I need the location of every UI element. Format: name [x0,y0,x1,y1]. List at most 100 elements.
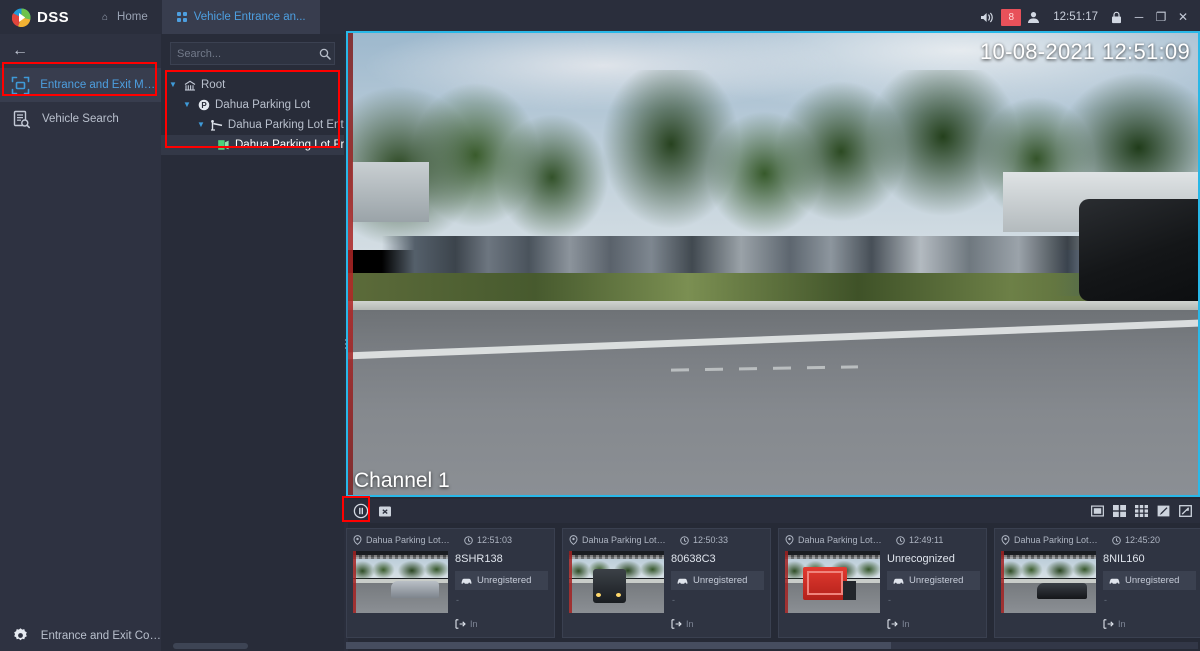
card-plate-number: 8NIL160 [1103,553,1196,565]
chevron-down-icon[interactable]: ▼ [183,101,192,109]
org-root-icon [183,79,196,92]
tree-node-dahua-parking-lot-front[interactable]: Dahua Parking Lot Front [161,135,344,155]
enter-icon [671,619,682,629]
pause-circle-icon[interactable] [352,502,370,520]
car-icon [893,577,904,585]
volume-button[interactable] [974,0,1000,34]
card-registration-label: Unregistered [909,575,963,586]
car-icon [461,577,472,585]
minimize-button[interactable]: ─ [1128,10,1150,24]
organization-tree: ▼ Root ▼ P Dahua [161,75,344,155]
brand-name: DSS [37,9,69,26]
card-channel-label: Dahua Parking Lot En... [1014,535,1100,545]
dss-logo-icon [12,8,31,27]
card-channel-label: Dahua Parking Lot En... [366,535,452,545]
search-input[interactable] [177,48,319,60]
close-button[interactable]: ✕ [1172,10,1194,24]
card-direction-label: In [902,619,910,629]
clock-icon [1112,536,1121,545]
back-button[interactable]: ← [0,34,161,68]
grid-9-icon[interactable] [1135,505,1148,517]
card-body: 8NIL160 Unregistered - In [995,551,1200,637]
grid-icon [176,11,188,23]
entrance-exit-monitoring-icon [10,74,30,96]
search-box[interactable] [170,42,335,65]
card-direction-label: In [686,619,694,629]
card-registration-label: Unregistered [693,575,747,586]
card-info: Unrecognized Unregistered - In [887,551,980,631]
card-dash: - [672,595,764,604]
location-pin-icon [1001,535,1010,545]
enter-icon [1103,619,1114,629]
card-snapshot[interactable] [569,551,664,613]
clock-icon [896,536,905,545]
lock-button[interactable] [1105,0,1128,34]
card-snapshot[interactable] [785,551,880,613]
card-channel-label: Dahua Parking Lot En... [582,535,668,545]
tree-node-root[interactable]: ▼ Root [161,75,344,95]
left-sidebar: ← Entrance and Exit Monit... Vehicle [0,34,161,651]
pen-square-icon[interactable] [1157,505,1170,517]
tab-home-label: Home [117,11,148,23]
video-toolbar-left [346,502,394,520]
chevron-down-icon[interactable]: ▼ [197,121,205,129]
sidebar-item-vehicle-search[interactable]: Vehicle Search [0,102,161,136]
card-direction: In [1103,619,1196,631]
tree-node-label: Dahua Parking Lot [215,99,310,111]
card-time-label: 12:51:03 [477,535,512,545]
system-clock: 12:51:17 [1046,11,1105,23]
search-icon[interactable] [319,48,331,60]
restore-button[interactable]: ❐ [1150,10,1172,24]
card-header: Dahua Parking Lot En... 12:45:20 [995,529,1200,551]
card-snapshot[interactable] [353,551,448,613]
grid-4-icon[interactable] [1113,505,1126,517]
card-direction-label: In [1118,619,1126,629]
card-registration-badge: Unregistered [455,571,548,590]
card-info: 8SHR138 Unregistered - In [455,551,548,631]
video-channel-label: Channel 1 [354,469,450,493]
speaker-icon [980,11,994,24]
car-icon [677,577,688,585]
barrier-gate-icon [210,119,223,132]
sidebar-item-entrance-and-exit-config[interactable]: Entrance and Exit Config [0,620,161,651]
location-pin-icon [569,535,578,545]
enter-icon [455,619,466,629]
card-registration-badge: Unregistered [1103,571,1196,590]
video-timestamp-overlay: 10-08-2021 12:51:09 [980,39,1190,65]
video-toolbar [346,499,1200,523]
single-window-icon[interactable] [1091,505,1104,517]
parking-icon: P [197,99,210,112]
gear-icon [10,625,31,647]
alarm-count-badge[interactable]: 8 [1001,9,1021,26]
tree-node-dahua-parking-lot-entrance[interactable]: ▼ Dahua Parking Lot Entrance [161,115,344,135]
tab-vehicle-entrance-and-exit[interactable]: Vehicle Entrance an... [162,0,320,34]
vehicle-record-card[interactable]: Dahua Parking Lot En... 12:50:33 8063 [562,528,771,638]
card-snapshot[interactable] [1001,551,1096,613]
card-registration-badge: Unregistered [671,571,764,590]
close-box-icon[interactable] [376,502,394,520]
user-button[interactable] [1021,0,1046,34]
card-plate-number: Unrecognized [887,553,980,565]
vehicle-record-card[interactable]: Dahua Parking Lot En... 12:49:11 Unre [778,528,987,638]
video-window[interactable]: 10-08-2021 12:51:09 Channel 1 [346,31,1200,497]
card-direction-label: In [470,619,478,629]
chevron-down-icon[interactable]: ▼ [169,81,178,89]
card-header: Dahua Parking Lot En... 12:50:33 [563,529,770,551]
tab-home[interactable]: ⌂ Home [83,0,162,34]
card-body: 80638C3 Unregistered - In [563,551,770,637]
vehicle-search-icon [10,108,32,130]
vehicle-record-list[interactable]: Dahua Parking Lot En... 12:51:03 8SHR138 [346,528,1200,642]
sidebar-item-label: Vehicle Search [42,113,119,125]
record-list-horizontal-scrollbar[interactable] [346,642,1198,649]
video-feed [348,33,1198,495]
video-left-marker [348,33,353,495]
vehicle-record-card[interactable]: Dahua Parking Lot En... 12:45:20 8NIL160 [994,528,1200,638]
card-time-label: 12:49:11 [909,535,943,545]
fullscreen-icon[interactable] [1179,505,1192,517]
car-icon [1109,577,1120,585]
tree-node-label: Dahua Parking Lot Front [235,139,360,151]
sidebar-item-entrance-and-exit-monitoring[interactable]: Entrance and Exit Monit... [0,68,161,102]
vehicle-record-card[interactable]: Dahua Parking Lot En... 12:51:03 8SHR138 [346,528,555,638]
tree-node-dahua-parking-lot[interactable]: ▼ P Dahua Parking Lot [161,95,344,115]
tree-horizontal-scrollbar[interactable] [173,643,248,649]
